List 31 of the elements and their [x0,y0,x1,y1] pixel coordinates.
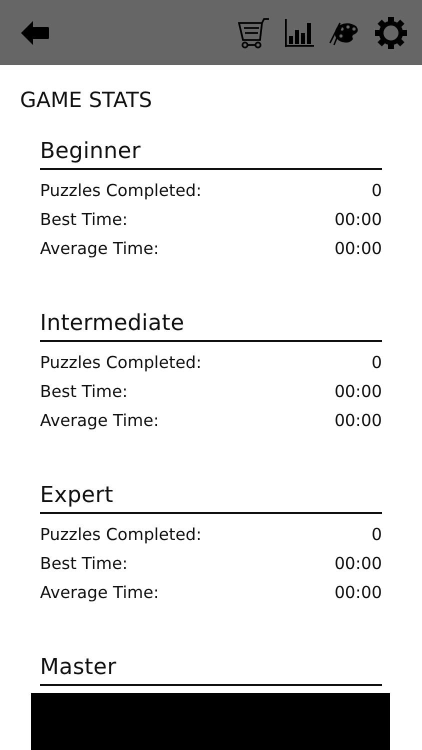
stats-button[interactable] [284,18,314,46]
page-title: GAME STATS [20,87,154,114]
bar-chart-icon [284,18,314,46]
stat-label: Best Time: [40,209,128,231]
cart-button[interactable] [238,16,270,48]
stat-label: Puzzles Completed: [40,352,202,374]
stat-label: Puzzles Completed: [40,180,202,202]
stat-value: 00:00 [334,238,382,260]
stat-value: 00:00 [334,209,382,231]
stat-value: 00:00 [334,553,382,575]
stat-label: Average Time: [40,582,159,604]
stat-value: 0 [372,352,382,374]
back-button[interactable] [20,20,50,46]
stat-label: Puzzles Completed: [40,524,202,546]
section-heading: Master [40,654,382,686]
settings-button[interactable] [374,16,408,50]
stat-value: 00:00 [334,381,382,403]
stat-value: 00:00 [334,582,382,604]
stat-label: Best Time: [40,381,128,403]
stat-label: Best Time: [40,553,128,575]
stat-value: 0 [372,524,382,546]
cart-icon [238,16,270,48]
arrow-icon [20,20,50,46]
stat-label: Average Time: [40,238,159,260]
section-heading: Beginner [40,138,382,170]
stat-value: 0 [372,180,382,202]
stat-value: 00:00 [334,410,382,432]
stat-label: Average Time: [40,410,159,432]
section-heading: Intermediate [40,310,382,342]
settings-icon [374,16,408,50]
section-heading: Expert [40,482,382,514]
